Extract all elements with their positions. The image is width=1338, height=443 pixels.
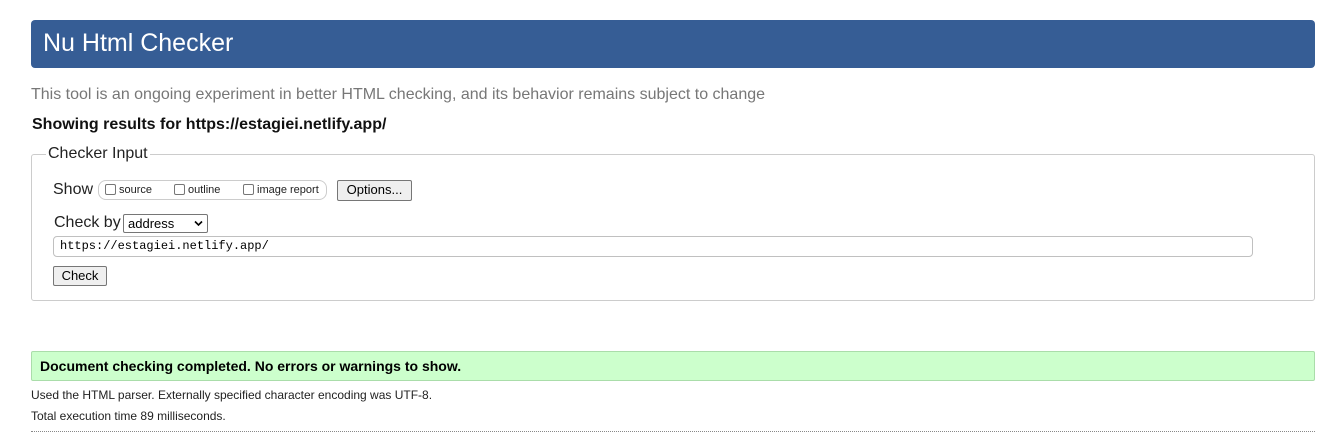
parser-info: Used the HTML parser. Externally specifi…: [31, 388, 433, 402]
page-header: Nu Html Checker: [31, 20, 1315, 68]
source-checkbox[interactable]: [105, 183, 116, 195]
results-for-heading: Showing results for https://estagiei.net…: [32, 116, 387, 133]
success-message: Document checking completed. No errors o…: [40, 358, 462, 374]
page-title: Nu Html Checker: [43, 29, 234, 57]
url-input[interactable]: https://estagiei.netlify.app/: [53, 236, 1253, 257]
tagline: This tool is an ongoing experiment in be…: [31, 86, 766, 103]
outline-checkbox[interactable]: [174, 183, 185, 195]
show-image-report-option[interactable]: image report: [243, 182, 319, 198]
outline-checkbox-label: outline: [188, 184, 221, 196]
chevron-down-icon: [194, 220, 203, 227]
execution-time-info: Total execution time 89 milliseconds.: [31, 409, 226, 423]
check-button[interactable]: Check: [53, 266, 107, 286]
check-by-select[interactable]: address: [123, 214, 208, 233]
show-outline-option[interactable]: outline: [174, 182, 220, 198]
divider: [31, 431, 1315, 432]
show-source-option[interactable]: source: [105, 182, 152, 198]
source-checkbox-label: source: [119, 184, 153, 196]
check-by-label: Check by: [54, 214, 121, 231]
check-by-selected-value: address: [128, 216, 175, 231]
image-report-checkbox-label: image report: [257, 184, 319, 196]
checker-input-legend: Checker Input: [48, 145, 148, 162]
show-options-group: source outline image report: [98, 180, 327, 200]
options-button[interactable]: Options...: [337, 180, 412, 201]
image-report-checkbox[interactable]: [243, 183, 254, 195]
checker-input-fieldset: Checker Input: [31, 145, 1315, 301]
show-label: Show: [53, 181, 94, 198]
success-message-box: Document checking completed. No errors o…: [31, 351, 1315, 381]
